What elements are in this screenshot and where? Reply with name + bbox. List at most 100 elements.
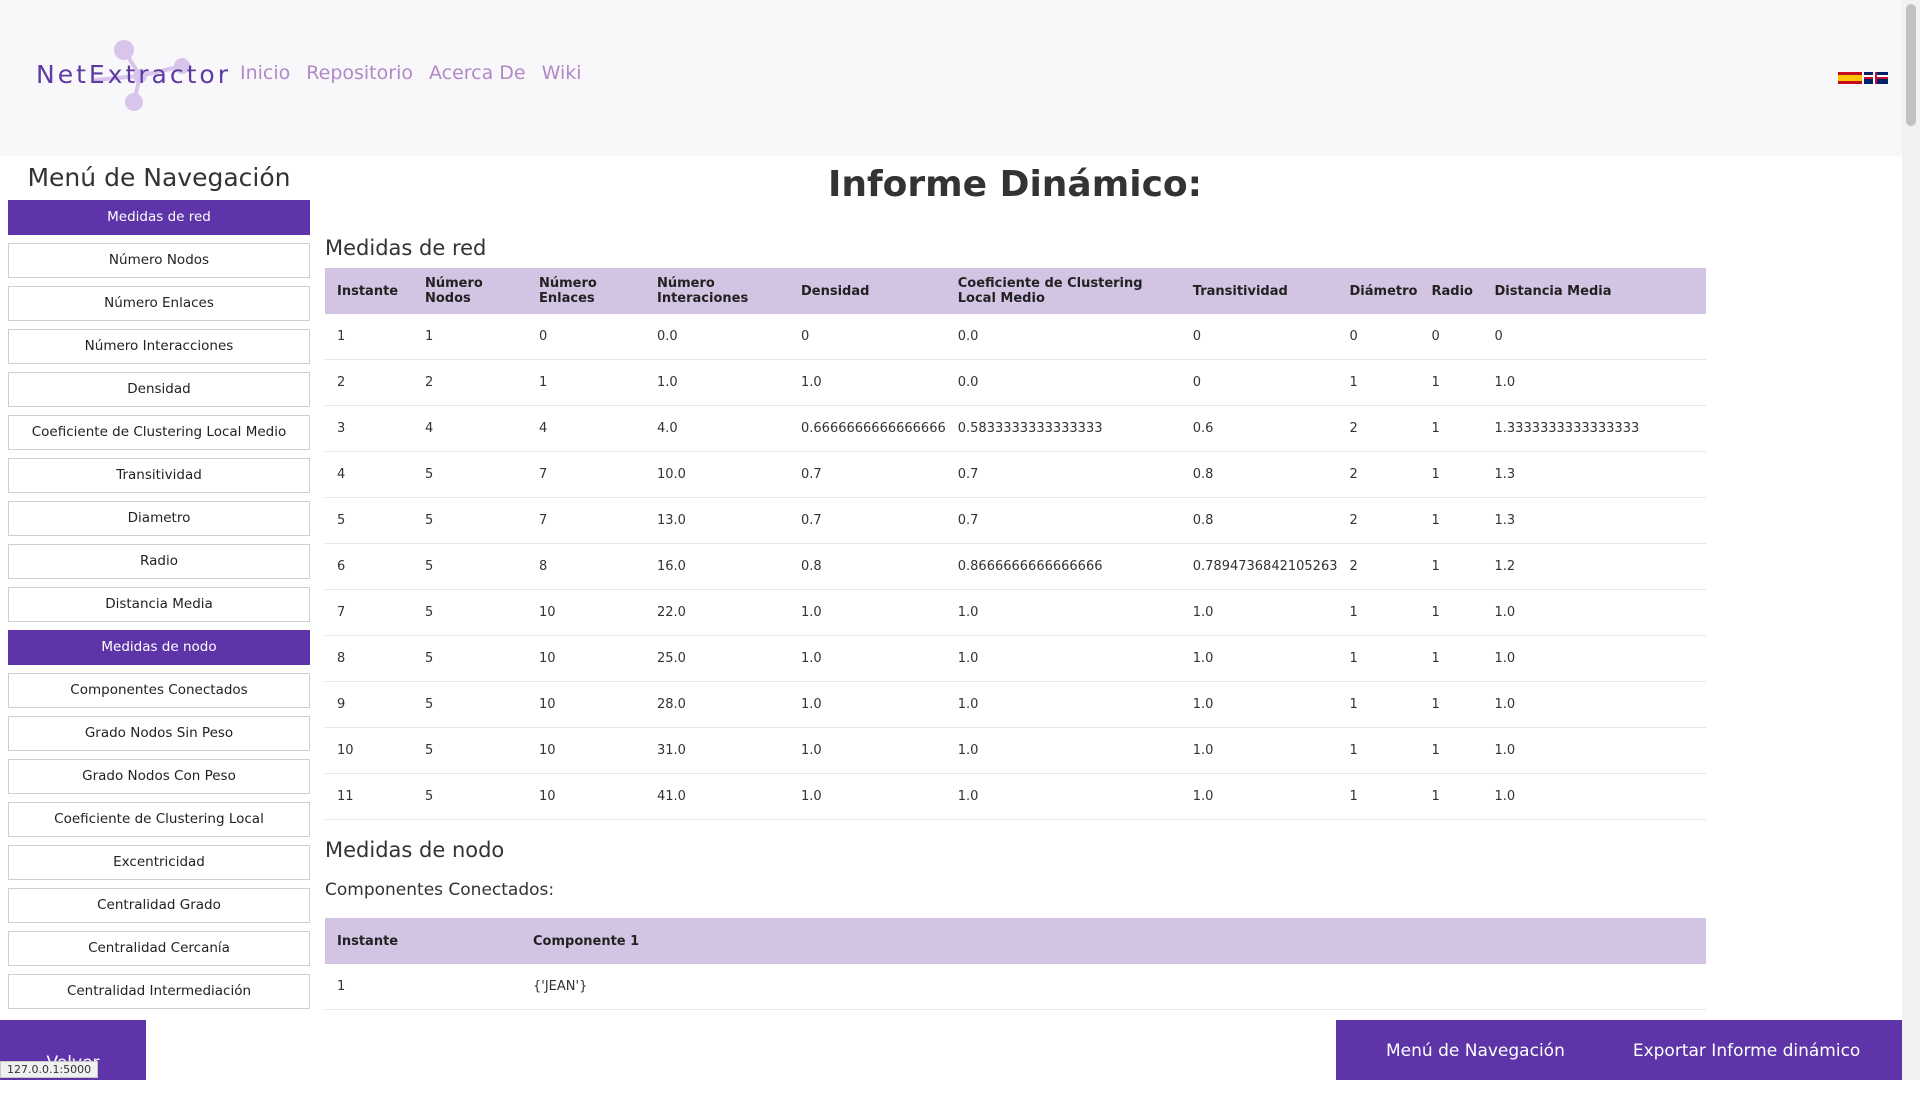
table-cell: 1	[1419, 681, 1483, 728]
table-cell: 1	[1419, 589, 1483, 636]
table-header-row: Instante Número Nodos Número Enlaces Número…	[325, 268, 1706, 314]
table-cell: 1.2	[1482, 543, 1706, 590]
table-cell: 1.0	[789, 773, 946, 820]
table-cell: 5	[413, 589, 527, 636]
table-cell: 1	[1419, 497, 1483, 544]
table-cell: 0.8666666666666666	[945, 543, 1181, 590]
table-cell: 10	[325, 727, 413, 774]
table-cell: 41.0	[645, 773, 789, 820]
table-cell: 22.0	[645, 589, 789, 636]
network-measures-table: Instante Número Nodos Número Enlaces Número…	[325, 268, 1706, 820]
uk-flag-icon[interactable]	[1864, 72, 1888, 84]
table-cell: 10.0	[645, 451, 789, 498]
table-cell: 0	[1482, 314, 1706, 360]
table-cell: 5	[413, 681, 527, 728]
sidebar-item[interactable]: Transitividad	[8, 458, 310, 493]
table-cell: 5	[413, 451, 527, 498]
connected-components-table: Instante Componente 1 1 {'JEAN'}	[325, 918, 1706, 1010]
column-header: Transitividad	[1180, 268, 1338, 314]
table-cell: {'JEAN'}	[521, 964, 1706, 1010]
table-cell: 1	[1419, 727, 1483, 774]
table-cell: 1.0	[1482, 773, 1706, 820]
table-cell: 1.0	[1482, 359, 1706, 406]
table-cell: 1.0	[1180, 635, 1338, 682]
table-cell: 1	[1337, 359, 1420, 406]
sidebar-item[interactable]: Densidad	[8, 372, 310, 407]
navigation-menu-button[interactable]: Menú de Navegación	[1386, 1020, 1565, 1080]
table-cell: 0.6666666666666666	[789, 405, 946, 452]
nav-link-inicio[interactable]: Inicio	[240, 62, 290, 84]
netextractor-logo[interactable]: NetExtractor	[34, 36, 228, 116]
table-cell: 1.0	[945, 635, 1181, 682]
table-cell: 9	[325, 681, 413, 728]
table-cell: 0.7	[789, 497, 946, 544]
table-cell: 8	[527, 543, 645, 590]
sidebar-item[interactable]: Grado Nodos Sin Peso	[8, 716, 310, 751]
sidebar-title: Menú de Navegación	[27, 163, 291, 192]
sidebar-section-button[interactable]: Medidas de red	[8, 200, 310, 235]
table-cell: 1	[413, 314, 527, 360]
table-cell: 1.0	[1482, 727, 1706, 774]
sidebar-item[interactable]: Radio	[8, 544, 310, 579]
table-cell: 16.0	[645, 543, 789, 590]
table-row: 6 5 8 16.0 0.8 0.8666666666666666 0.7894736842…	[325, 543, 1706, 590]
sidebar-item[interactable]: Coeficiente de Clustering Local Medio	[8, 415, 310, 450]
table-cell: 2	[325, 359, 413, 406]
sidebar-item[interactable]: Número Enlaces	[8, 286, 310, 321]
nav-link-wiki[interactable]: Wiki	[542, 62, 582, 84]
table-cell: 0.6	[1180, 405, 1338, 452]
table-cell: 1	[1419, 451, 1483, 498]
language-selector	[1838, 72, 1888, 84]
table-cell: 1.0	[1180, 727, 1338, 774]
table-row: 5 5 7 13.0 0.7 0.7 0.8 2 1 1.3	[325, 497, 1706, 544]
column-header: Instante	[325, 268, 413, 314]
sidebar-item[interactable]: Número Nodos	[8, 243, 310, 278]
table-row: 8 5 10 25.0 1.0 1.0 1.0 1 1 1.0	[325, 635, 1706, 682]
table-header-row: Instante Componente 1	[325, 918, 1706, 964]
spain-flag-icon[interactable]	[1838, 72, 1862, 84]
sidebar-item[interactable]: Excentricidad	[8, 845, 310, 880]
node-measures-heading: Medidas de nodo	[325, 838, 505, 862]
table-cell: 0.0	[945, 359, 1181, 406]
table-cell: 1.0	[1180, 773, 1338, 820]
table-cell: 1.0	[945, 773, 1181, 820]
export-report-button[interactable]: Exportar Informe dinámico	[1633, 1020, 1860, 1080]
table-cell: 0	[789, 314, 946, 360]
nav-link-repositorio[interactable]: Repositorio	[306, 62, 413, 84]
table-cell: 10	[527, 589, 645, 636]
sidebar-item[interactable]: Componentes Conectados	[8, 673, 310, 708]
sidebar-item[interactable]: Número Interacciones	[8, 329, 310, 364]
table-cell: 2	[1337, 405, 1420, 452]
table-cell: 0.7	[945, 497, 1181, 544]
table-cell: 2	[1337, 497, 1420, 544]
table-cell: 5	[413, 727, 527, 774]
column-header: Número Enlaces	[527, 268, 645, 314]
table-cell: 0.7894736842105263	[1180, 543, 1338, 590]
components-heading: Componentes Conectados:	[325, 880, 555, 900]
table-cell: 4	[527, 405, 645, 452]
sidebar-item[interactable]: Centralidad Intermediación	[8, 974, 310, 1009]
table-cell: 2	[1337, 543, 1420, 590]
main-nav: Inicio Repositorio Acerca De Wiki	[240, 62, 582, 84]
page-scrollbar[interactable]	[1902, 0, 1920, 1080]
table-cell: 1.3	[1482, 451, 1706, 498]
scrollbar-thumb[interactable]	[1906, 4, 1916, 126]
table-cell: 10	[527, 681, 645, 728]
column-header: Componente 1	[521, 918, 1706, 964]
column-header: Coeficiente de Clustering Local Medio	[945, 268, 1181, 314]
table-cell: 1	[527, 359, 645, 406]
sidebar-item[interactable]: Distancia Media	[8, 587, 310, 622]
nav-link-acerca-de[interactable]: Acerca De	[429, 62, 526, 84]
table-row: 4 5 7 10.0 0.7 0.7 0.8 2 1 1.3	[325, 451, 1706, 498]
sidebar-item[interactable]: Grado Nodos Con Peso	[8, 759, 310, 794]
sidebar-item[interactable]: Coeficiente de Clustering Local	[8, 802, 310, 837]
table-row: 7 5 10 22.0 1.0 1.0 1.0 1 1 1.0	[325, 589, 1706, 636]
sidebar-item[interactable]: Diametro	[8, 501, 310, 536]
sidebar-item[interactable]: Centralidad Grado	[8, 888, 310, 923]
table-cell: 0.8	[789, 543, 946, 590]
sidebar-section-button[interactable]: Medidas de nodo	[8, 630, 310, 665]
table-cell: 0	[1419, 314, 1483, 360]
sidebar-item[interactable]: Centralidad Cercanía	[8, 931, 310, 966]
table-cell: 1	[1419, 359, 1483, 406]
table-cell: 1	[1337, 635, 1420, 682]
